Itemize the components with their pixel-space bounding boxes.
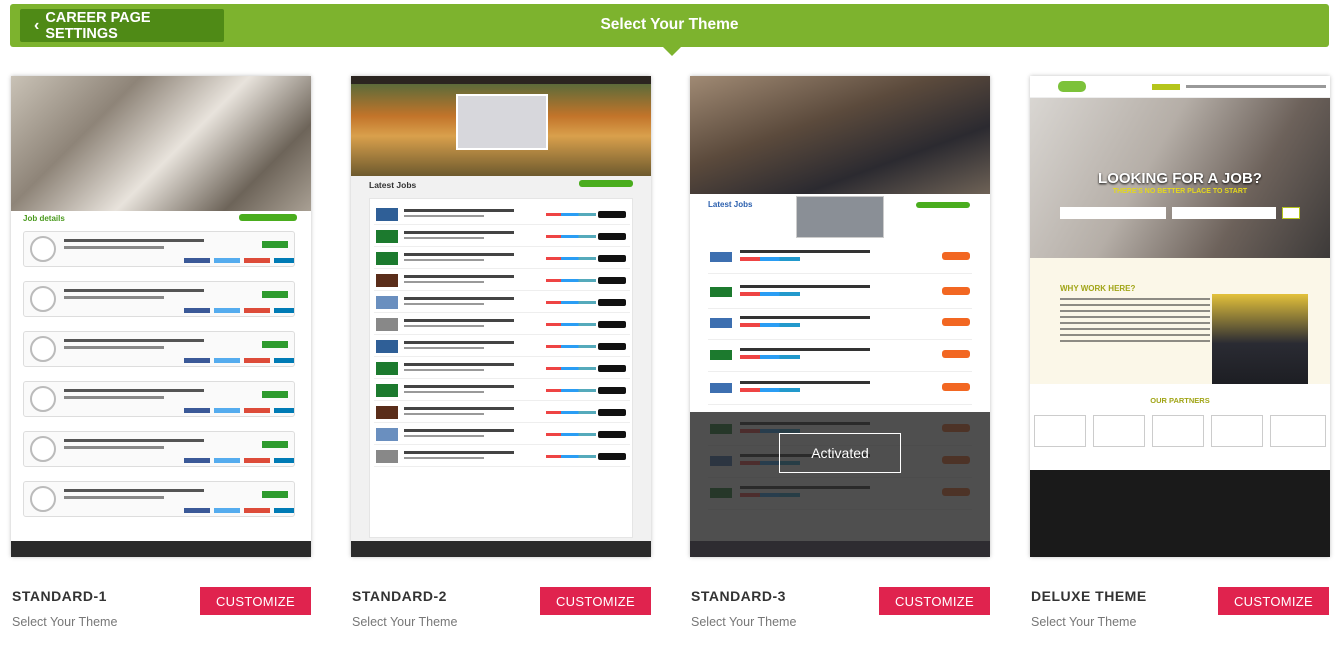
preview-job-list <box>369 198 633 538</box>
theme-preview-standard-2[interactable]: Latest Jobs <box>351 76 651 557</box>
preview-row <box>23 431 295 467</box>
preview-video <box>456 94 548 150</box>
preview-people-image <box>1212 294 1308 384</box>
theme-card-standard-3: Latest Jobs Activated STANDARD-3 Select … <box>690 76 990 629</box>
customize-button[interactable]: CUSTOMIZE <box>1218 587 1329 615</box>
theme-subtitle: Select Your Theme <box>1031 615 1137 629</box>
preview-row <box>23 281 295 317</box>
theme-card-standard-1: Job details STANDARD-1 Select Your Theme… <box>11 76 311 629</box>
preview-footer <box>351 541 651 557</box>
preview-row <box>23 331 295 367</box>
activated-badge: Activated <box>779 433 901 473</box>
preview-hero-image <box>690 76 990 194</box>
preview-partners-heading: OUR PARTNERS <box>1150 396 1210 405</box>
theme-subtitle: Select Your Theme <box>691 615 797 629</box>
preview-footer <box>1030 470 1330 557</box>
theme-name: DELUXE THEME <box>1031 588 1147 604</box>
preview-search-button <box>1282 207 1300 219</box>
preview-hero-image <box>11 76 311 211</box>
preview-badge <box>239 214 297 221</box>
preview-location-field <box>1172 207 1276 219</box>
preview-footer <box>11 541 311 557</box>
theme-card-standard-2: Latest Jobs STANDARD-2 Select Your Theme… <box>351 76 651 629</box>
preview-why-heading: WHY WORK HERE? <box>1060 284 1136 293</box>
theme-subtitle: Select Your Theme <box>352 615 458 629</box>
customize-button[interactable]: CUSTOMIZE <box>540 587 651 615</box>
preview-video <box>796 196 884 238</box>
theme-name: STANDARD-1 <box>12 588 107 604</box>
preview-badge <box>916 202 970 208</box>
theme-preview-deluxe[interactable]: LOOKING FOR A JOB? THERE'S NO BETTER PLA… <box>1030 76 1330 557</box>
preview-badge <box>579 180 633 187</box>
preview-partner-logo <box>1093 415 1145 447</box>
theme-name: STANDARD-3 <box>691 588 786 604</box>
theme-preview-standard-3[interactable]: Latest Jobs Activated <box>690 76 990 557</box>
preview-heading: Latest Jobs <box>708 200 753 209</box>
preview-row <box>23 231 295 267</box>
header-bar: ‹ CAREER PAGE SETTINGS Select Your Theme <box>10 4 1329 56</box>
preview-partner-logo <box>1152 415 1204 447</box>
theme-subtitle: Select Your Theme <box>12 615 118 629</box>
preview-partner-logo <box>1270 415 1326 447</box>
preview-text <box>1060 298 1210 344</box>
page-title: Select Your Theme <box>600 16 739 33</box>
preview-search-field <box>1060 207 1166 219</box>
customize-button[interactable]: CUSTOMIZE <box>200 587 311 615</box>
theme-preview-standard-1[interactable]: Job details <box>11 76 311 557</box>
preview-partner-logo <box>1034 415 1086 447</box>
preview-row <box>23 381 295 417</box>
preview-heading: Job details <box>23 214 65 223</box>
header-pointer <box>663 47 681 56</box>
preview-subheading: THERE'S NO BETTER PLACE TO START <box>1112 188 1248 195</box>
preview-partner-logo <box>1211 415 1263 447</box>
preview-nav <box>1030 76 1330 98</box>
preview-heading: Latest Jobs <box>369 180 417 190</box>
theme-card-deluxe: LOOKING FOR A JOB? THERE'S NO BETTER PLA… <box>1030 76 1330 629</box>
preview-row <box>23 481 295 517</box>
preview-heading: LOOKING FOR A JOB? <box>1098 170 1262 187</box>
theme-name: STANDARD-2 <box>352 588 447 604</box>
customize-button[interactable]: CUSTOMIZE <box>879 587 990 615</box>
